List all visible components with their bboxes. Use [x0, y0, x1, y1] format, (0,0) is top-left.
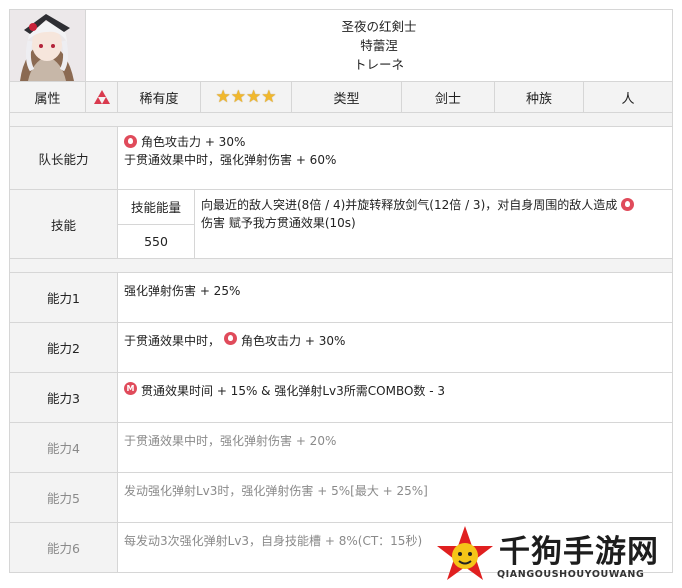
- skill-energy-label: 技能能量: [118, 190, 194, 225]
- fire-icon: [124, 135, 137, 148]
- character-portrait: [10, 10, 86, 81]
- character-info-table: 圣夜の红剣士 特蕾涅 トレーネ 属性 稀有度 ★ ★ ★ ★ 类型 剑士 种族 人 队…: [9, 9, 673, 573]
- ability-4-text: 于贯通效果中时，强化弹射伤害 + 20%: [124, 434, 337, 448]
- ability-text: 于贯通效果中时， 角色攻击力 + 30%: [118, 323, 672, 372]
- ability-3-text: 贯通效果时间 + 15% & 强化弹射Lv3所需COMBO数 - 3: [141, 384, 446, 398]
- ability-label: 能力2: [10, 323, 118, 372]
- race-label: 种族: [495, 82, 584, 112]
- rarity-label: 稀有度: [118, 82, 201, 112]
- watermark-title: 千狗手游网: [499, 534, 659, 570]
- ability-5-text: 发动强化弹射Lv3时，强化弹射伤害 + 5%[最大 + 25%]: [124, 484, 428, 498]
- type-label: 类型: [292, 82, 402, 112]
- race-value: 人: [621, 91, 635, 107]
- character-names: 圣夜の红剣士 特蕾涅 トレーネ: [86, 10, 672, 81]
- star-icon: ★: [230, 86, 246, 107]
- ability-text: M 贯通效果时间 + 15% & 强化弹射Lv3所需COMBO数 - 3: [118, 373, 672, 422]
- ability-6-text: 每发动3次强化弹射Lv3，自身技能槽 + 8%(CT：15秒): [124, 534, 423, 548]
- attr-label: 属性: [10, 82, 86, 112]
- attribute-row: 属性 稀有度 ★ ★ ★ ★ 类型 剑士 种族 人: [10, 82, 672, 113]
- ability-label: 能力5: [10, 473, 118, 522]
- skill-label: 技能: [10, 190, 118, 258]
- leader-ability-row: 队长能力 角色攻击力 + 30% 于贯通效果中时，强化弹射伤害 + 60%: [10, 127, 672, 190]
- fire-icon: [621, 198, 635, 211]
- ability-text: 于贯通效果中时，强化弹射伤害 + 20%: [118, 423, 672, 472]
- fire-icon: [224, 332, 238, 345]
- leader-line1: 角色攻击力 + 30%: [141, 135, 246, 149]
- skill-row: 技能 技能能量 550 向最近的敌人突进(8倍 / 4)并旋转释放剑气(12倍 …: [10, 190, 672, 259]
- watermark-subtitle: QIANGOUSHOUYOUWANG: [497, 569, 645, 580]
- ability-row: 能力4 于贯通效果中时，强化弹射伤害 + 20%: [10, 423, 672, 473]
- section-divider: [10, 259, 672, 273]
- leader-ability-label: 队长能力: [10, 127, 118, 189]
- watermark: 千狗手游网 QIANGOUSHOUYOUWANG: [435, 524, 680, 586]
- ability-2-prefix: 于贯通效果中时，: [124, 334, 221, 348]
- ability-text: 发动强化弹射Lv3时，强化弹射伤害 + 5%[最大 + 25%]: [118, 473, 672, 522]
- skill-energy: 技能能量 550: [118, 190, 195, 258]
- ability-label: 能力1: [10, 273, 118, 322]
- skill-text2: 伤害 赋予我方贯通效果(10s): [201, 216, 356, 230]
- skill-energy-value: 550: [144, 233, 168, 249]
- ability-row: 能力2 于贯通效果中时， 角色攻击力 + 30%: [10, 323, 672, 373]
- leader-line2: 于贯通效果中时，强化弹射伤害 + 60%: [124, 153, 337, 167]
- star-icon: ★: [246, 86, 262, 107]
- ability-row: 能力1 强化弹射伤害 + 25%: [10, 273, 672, 323]
- character-name-jp: トレーネ: [353, 57, 404, 72]
- ability-2-text: 角色攻击力 + 30%: [241, 334, 346, 348]
- star-icon: ★: [215, 86, 231, 107]
- character-name-cn: 特蕾涅: [360, 38, 398, 53]
- ability-1-text: 强化弹射伤害 + 25%: [124, 284, 241, 298]
- header-row: 圣夜の红剣士 特蕾涅 トレーネ: [10, 10, 672, 82]
- character-title: 圣夜の红剣士: [341, 19, 417, 34]
- watermark-logo-icon: [437, 526, 493, 580]
- ability-row: 能力5 发动强化弹射Lv3时，强化弹射伤害 + 5%[最大 + 25%]: [10, 473, 672, 523]
- ability-label: 能力4: [10, 423, 118, 472]
- rarity-stars: ★ ★ ★ ★: [201, 82, 292, 112]
- section-divider: [10, 113, 672, 127]
- ability-text: 强化弹射伤害 + 25%: [118, 273, 672, 322]
- fire-element-icon: [86, 82, 118, 112]
- multi-element-icon: M: [124, 382, 137, 395]
- ability-label: 能力3: [10, 373, 118, 422]
- skill-description: 向最近的敌人突进(8倍 / 4)并旋转释放剑气(12倍 / 3)，对自身周围的敌…: [195, 190, 672, 258]
- ability-row: 能力3 M 贯通效果时间 + 15% & 强化弹射Lv3所需COMBO数 - 3: [10, 373, 672, 423]
- leader-ability-content: 角色攻击力 + 30% 于贯通效果中时，强化弹射伤害 + 60%: [118, 127, 672, 189]
- ability-label: 能力6: [10, 523, 118, 572]
- type-value: 剑士: [402, 82, 495, 112]
- star-icon: ★: [261, 86, 277, 107]
- skill-text1: 向最近的敌人突进(8倍 / 4)并旋转释放剑气(12倍 / 3)，对自身周围的敌…: [201, 198, 618, 212]
